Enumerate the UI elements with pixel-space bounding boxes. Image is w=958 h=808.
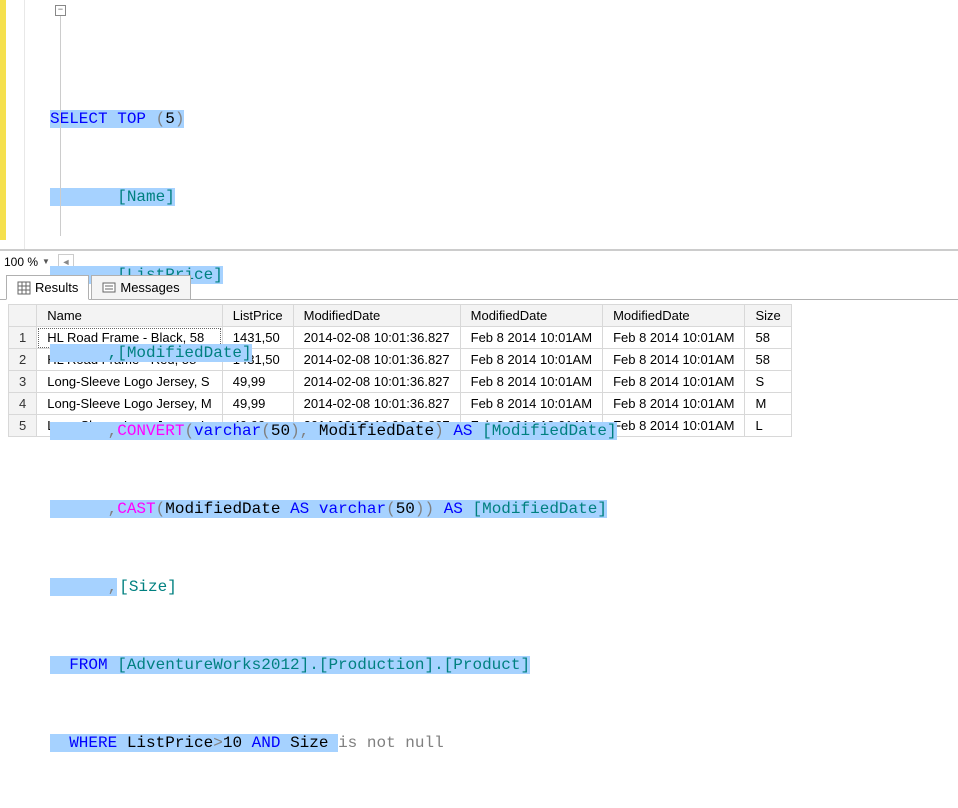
code-line[interactable]: WHERE ListPrice>10 AND Size is not null bbox=[50, 730, 958, 756]
row-number[interactable]: 5 bbox=[9, 415, 37, 437]
kw-where: WHERE bbox=[50, 734, 117, 752]
editor-gutter bbox=[0, 0, 25, 249]
code-line[interactable]: SELECT TOP (5) bbox=[50, 106, 958, 132]
chevron-down-icon: ▼ bbox=[42, 257, 50, 266]
zoom-dropdown[interactable]: 100 % ▼ bbox=[4, 255, 50, 269]
code-line[interactable]: ,[ModifiedDate] bbox=[50, 340, 958, 366]
collapse-toggle-icon[interactable]: − bbox=[55, 5, 66, 16]
fn-cast: CAST bbox=[117, 500, 155, 518]
tab-results[interactable]: Results bbox=[6, 275, 89, 300]
code-line[interactable]: FROM [AdventureWorks2012].[Production].[… bbox=[50, 652, 958, 678]
grid-icon bbox=[17, 281, 31, 295]
row-number[interactable]: 1 bbox=[9, 327, 37, 349]
zoom-value: 100 % bbox=[4, 255, 38, 269]
kw-select: SELECT bbox=[50, 110, 108, 128]
row-header-corner[interactable] bbox=[9, 305, 37, 327]
tab-label: Results bbox=[35, 280, 78, 295]
sql-editor-pane: − SELECT TOP (5) [Name] ,[ListPrice] ,[M… bbox=[0, 0, 958, 250]
code-line[interactable]: ,[Size] bbox=[50, 574, 958, 600]
fn-convert: CONVERT bbox=[117, 422, 184, 440]
kw-from: FROM bbox=[50, 656, 108, 674]
row-number[interactable]: 4 bbox=[9, 393, 37, 415]
tab-messages[interactable]: Messages bbox=[91, 275, 190, 299]
code-line[interactable]: [Name] bbox=[50, 184, 958, 210]
messages-icon bbox=[102, 281, 116, 295]
outline-guide bbox=[60, 16, 61, 236]
code-line[interactable]: ,CAST(ModifiedDate AS varchar(50)) AS [M… bbox=[50, 496, 958, 522]
code-area[interactable]: − SELECT TOP (5) [Name] ,[ListPrice] ,[M… bbox=[25, 0, 958, 249]
code-line[interactable]: ,CONVERT(varchar(50), ModifiedDate) AS [… bbox=[50, 418, 958, 444]
row-number[interactable]: 3 bbox=[9, 371, 37, 393]
tab-label: Messages bbox=[120, 280, 179, 295]
change-marker bbox=[0, 0, 6, 240]
row-number[interactable]: 2 bbox=[9, 349, 37, 371]
